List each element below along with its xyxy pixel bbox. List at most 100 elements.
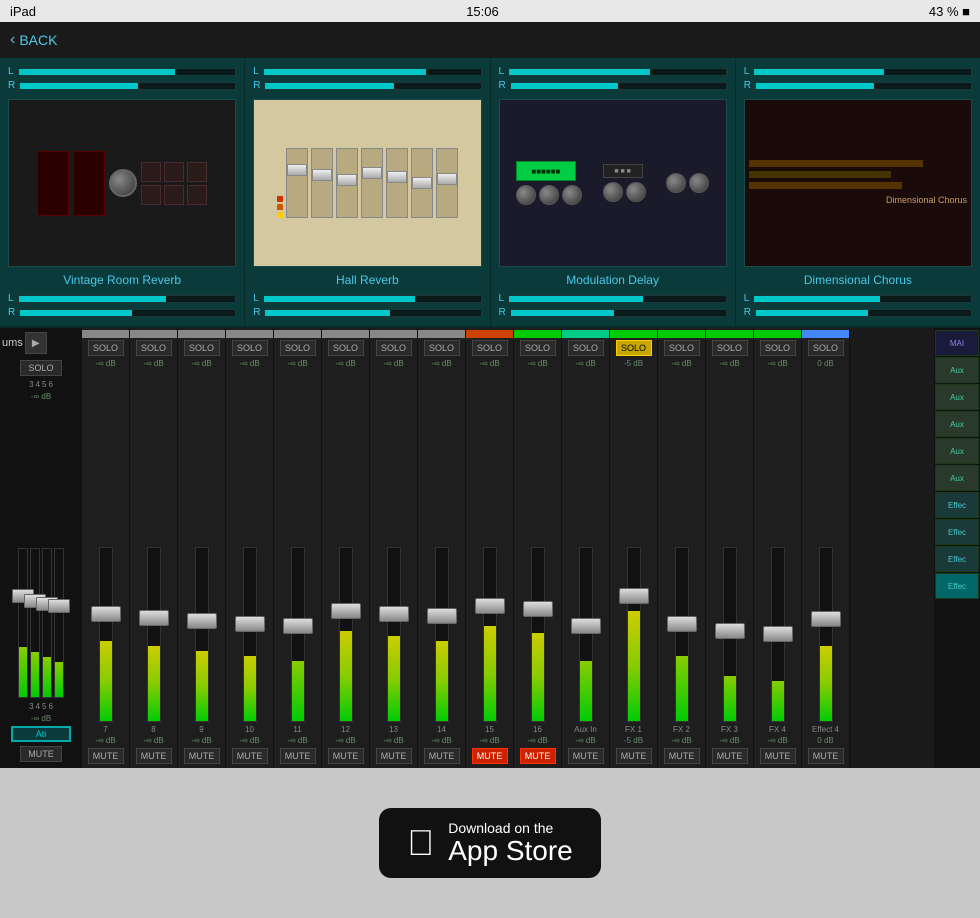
input-meters-2: L R (253, 66, 481, 91)
output-meters-3: L R (499, 293, 727, 318)
aux-button-2[interactable]: Aux (935, 384, 979, 410)
solo-8[interactable]: SOLO (136, 340, 172, 356)
fx-label-hr: Hall Reverb (336, 273, 399, 287)
solo-13[interactable]: SOLO (376, 340, 412, 356)
mute-11[interactable]: MUTE (280, 748, 316, 764)
appstore-top-text: Download on the (448, 820, 573, 836)
fx-display-dc[interactable]: Dimensional Chorus (744, 99, 972, 267)
battery-indicator: 43 % ■ (929, 4, 970, 19)
channel-strip-11: SOLO -∞ dB 11 -∞ dB MUTE (274, 328, 322, 768)
effect-button-2[interactable]: Effec (935, 519, 979, 545)
nav-bar: ‹ BACK (0, 22, 980, 58)
aux-button-5[interactable]: Aux (935, 465, 979, 491)
solo-aux-in[interactable]: SOLO (568, 340, 604, 356)
fx-display-hr[interactable] (253, 99, 481, 267)
solo-7[interactable]: SOLO (88, 340, 124, 356)
channel-strip-12: SOLO -∞ dB 12 -∞ dB MUTE (322, 328, 370, 768)
solo-btn-drums[interactable]: SOLO (20, 360, 62, 376)
solo-effect4[interactable]: SOLO (808, 340, 844, 356)
appstore-section:  Download on the App Store (0, 768, 980, 918)
channel-strip-fx2: SOLO -∞ dB FX 2 -∞ dB MUTE (658, 328, 706, 768)
channel-strip-fx4: SOLO -∞ dB FX 4 -∞ dB MUTE (754, 328, 802, 768)
main-button[interactable]: MAI (935, 330, 979, 356)
input-meters-3: L R (499, 66, 727, 91)
solo-fx4[interactable]: SOLO (760, 340, 796, 356)
fx-display-md[interactable]: ■■■■■■ ■ ■ ■ (499, 99, 727, 267)
channel-strip-9: SOLO -∞ dB 9 -∞ dB MUTE (178, 328, 226, 768)
mute-fx4[interactable]: MUTE (760, 748, 796, 764)
fx-slot-vintage-room-reverb[interactable]: L R Vintage R (0, 58, 245, 326)
channel-strip-fx3: SOLO -∞ dB FX 3 -∞ dB MUTE (706, 328, 754, 768)
mute-fx2[interactable]: MUTE (664, 748, 700, 764)
fx-slot-hall-reverb[interactable]: L R (245, 58, 490, 326)
effect-button-4[interactable]: Effec (935, 573, 979, 599)
aux-button-3[interactable]: Aux (935, 411, 979, 437)
status-bar: iPad 15:06 43 % ■ (0, 0, 980, 22)
appstore-bottom-text: App Store (448, 836, 573, 867)
channel-strip-14: SOLO -∞ dB 14 -∞ dB MUTE (418, 328, 466, 768)
back-arrow-icon: ‹ (10, 31, 15, 49)
track-label: ums (2, 337, 23, 349)
channel-strip-fx1: SOLO -5 dB FX 1 -5 dB MUTE (610, 328, 658, 768)
appstore-badge[interactable]:  Download on the App Store (379, 808, 601, 879)
solo-9[interactable]: SOLO (184, 340, 220, 356)
mixer-left-panel: ums ▶ SOLO 3 4 5 6 -∞ dB (0, 328, 82, 768)
mixer-channels: SOLO -∞ dB 7 -∞ dB MUTE SOLO -∞ dB (82, 328, 934, 768)
solo-fx2[interactable]: SOLO (664, 340, 700, 356)
output-meters-2: L R (253, 293, 481, 318)
aux-button-4[interactable]: Aux (935, 438, 979, 464)
solo-15[interactable]: SOLO (472, 340, 508, 356)
channel-strip-10: SOLO -∞ dB 10 -∞ dB MUTE (226, 328, 274, 768)
mute-7[interactable]: MUTE (88, 748, 124, 764)
device-label: iPad (10, 4, 36, 19)
solo-fx1[interactable]: SOLO (616, 340, 652, 356)
solo-16[interactable]: SOLO (520, 340, 556, 356)
fx-slot-dimensional-chorus[interactable]: L R Dimensional Chorus (736, 58, 980, 326)
mute-15[interactable]: MUTE (472, 748, 508, 764)
mute-13[interactable]: MUTE (376, 748, 412, 764)
solo-14[interactable]: SOLO (424, 340, 460, 356)
mute-16[interactable]: MUTE (520, 748, 556, 764)
mute-9[interactable]: MUTE (184, 748, 220, 764)
time-display: 15:06 (466, 4, 499, 19)
channel-strip-13: SOLO -∞ dB 13 -∞ dB MUTE (370, 328, 418, 768)
mute-8[interactable]: MUTE (136, 748, 172, 764)
mute-fx3[interactable]: MUTE (712, 748, 748, 764)
solo-11[interactable]: SOLO (280, 340, 316, 356)
fx-panel: L R Vintage R (0, 58, 980, 328)
output-meters-4: L R (744, 293, 972, 318)
mute-fx1[interactable]: MUTE (616, 748, 652, 764)
dimensional-chorus-label-inner: Dimensional Chorus (886, 195, 967, 207)
output-meters-1: L R (8, 293, 236, 318)
appstore-text-block: Download on the App Store (448, 820, 573, 867)
input-meters-4: L R (744, 66, 972, 91)
mute-10[interactable]: MUTE (232, 748, 268, 764)
channel-strip-8: SOLO -∞ dB 8 -∞ dB MUTE (130, 328, 178, 768)
effect-button-3[interactable]: Effec (935, 546, 979, 572)
channel-strip-7: SOLO -∞ dB 7 -∞ dB MUTE (82, 328, 130, 768)
solo-fx3[interactable]: SOLO (712, 340, 748, 356)
mute-14[interactable]: MUTE (424, 748, 460, 764)
fx-display-vrr[interactable] (8, 99, 236, 267)
solo-10[interactable]: SOLO (232, 340, 268, 356)
channel-strip-aux-in: SOLO -∞ dB Aux In -∞ dB MUTE (562, 328, 610, 768)
channel-strip-effect4: SOLO 0 dB Effect 4 0 dB MUTE (802, 328, 850, 768)
mixer-right-panel: MAI Aux Aux Aux Aux Aux Effec Effec Effe… (934, 328, 980, 768)
fx-label-dc: Dimensional Chorus (804, 273, 912, 287)
mute-aux-in[interactable]: MUTE (568, 748, 604, 764)
play-button[interactable]: ▶ (25, 332, 47, 354)
fx-label-md: Modulation Delay (566, 273, 659, 287)
fx-slot-modulation-delay[interactable]: L R ■■■■■■ (491, 58, 736, 326)
back-button[interactable]: ‹ BACK (10, 31, 57, 49)
fx-label-vrr: Vintage Room Reverb (63, 273, 181, 287)
input-meters-1: L R (8, 66, 236, 91)
apple-logo-icon:  (407, 825, 434, 861)
effect-button-1[interactable]: Effec (935, 492, 979, 518)
mute-12[interactable]: MUTE (328, 748, 364, 764)
solo-12[interactable]: SOLO (328, 340, 364, 356)
mute-btn-drums[interactable]: MUTE (20, 746, 62, 762)
aux-button-1[interactable]: Aux (935, 357, 979, 383)
channel-strip-15: SOLO -∞ dB 15 -∞ dB MUTE (466, 328, 514, 768)
channel-strip-16: SOLO -∞ dB 16 -∞ dB MUTE (514, 328, 562, 768)
mute-effect4[interactable]: MUTE (808, 748, 844, 764)
